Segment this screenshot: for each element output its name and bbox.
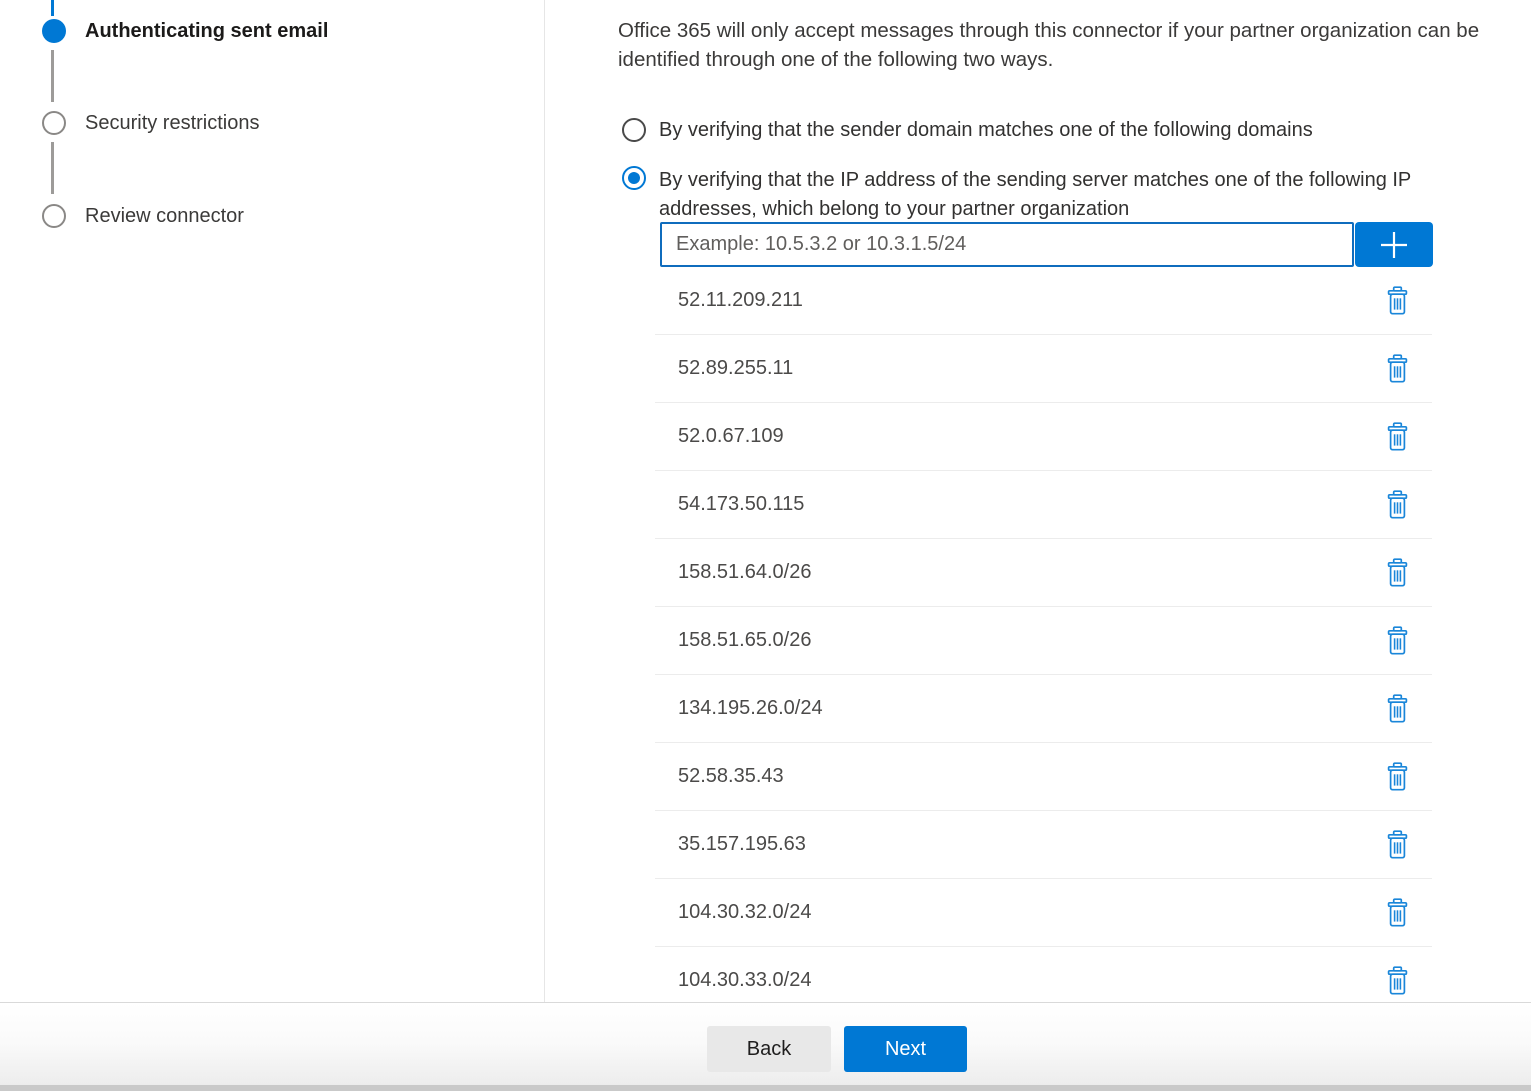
ip-address: 52.11.209.211: [678, 289, 803, 312]
sidebar-step-review-connector: Review connector: [85, 205, 244, 228]
ip-row: 104.30.33.0/24: [655, 947, 1432, 1002]
delete-ip-button[interactable]: [1383, 557, 1411, 589]
wizard-steps-sidebar: Authenticating sent email Security restr…: [0, 0, 545, 1002]
trash-icon: [1385, 626, 1410, 656]
radio-option-ip-address[interactable]: By verifying that the IP address of the …: [622, 166, 1489, 224]
delete-ip-button[interactable]: [1383, 693, 1411, 725]
trash-icon: [1385, 422, 1410, 452]
ip-address: 52.0.67.109: [678, 425, 784, 448]
trash-icon: [1385, 694, 1410, 724]
step-indicator-authenticating-sent-email: [42, 19, 66, 43]
ip-address-list: 52.11.209.211 52.89.255.11 52.0.67.109 5…: [655, 267, 1432, 1002]
ip-address: 52.58.35.43: [678, 765, 784, 788]
wizard-footer: Back Next: [0, 1002, 1531, 1091]
step-connector-previous: [51, 0, 54, 16]
ip-row: 158.51.64.0/26: [655, 539, 1432, 607]
intro-text: Office 365 will only accept messages thr…: [618, 16, 1531, 74]
ip-address: 104.30.33.0/24: [678, 969, 811, 992]
ip-row: 134.195.26.0/24: [655, 675, 1432, 743]
step-connector: [51, 142, 54, 194]
ip-address: 35.157.195.63: [678, 833, 806, 856]
delete-ip-button[interactable]: [1383, 285, 1411, 317]
step-indicator-review-connector: [42, 204, 66, 228]
ip-row: 158.51.65.0/26: [655, 607, 1432, 675]
step-content: Office 365 will only accept messages thr…: [545, 0, 1531, 1002]
delete-ip-button[interactable]: [1383, 965, 1411, 997]
trash-icon: [1385, 490, 1410, 520]
delete-ip-button[interactable]: [1383, 489, 1411, 521]
radio-option-label: By verifying that the IP address of the …: [659, 166, 1489, 224]
next-button[interactable]: Next: [844, 1026, 967, 1072]
ip-address: 158.51.64.0/26: [678, 561, 811, 584]
radio-option-label: By verifying that the sender domain matc…: [659, 118, 1313, 143]
ip-input-row: [660, 222, 1433, 267]
delete-ip-button[interactable]: [1383, 625, 1411, 657]
trash-icon: [1385, 966, 1410, 996]
ip-address: 134.195.26.0/24: [678, 697, 823, 720]
delete-ip-button[interactable]: [1383, 897, 1411, 929]
back-button[interactable]: Back: [707, 1026, 831, 1072]
trash-icon: [1385, 762, 1410, 792]
radio-unselected-icon[interactable]: [622, 118, 646, 142]
ip-row: 52.0.67.109: [655, 403, 1432, 471]
ip-row: 52.89.255.11: [655, 335, 1432, 403]
ip-row: 104.30.32.0/24: [655, 879, 1432, 947]
trash-icon: [1385, 830, 1410, 860]
ip-row: 35.157.195.63: [655, 811, 1432, 879]
ip-address: 158.51.65.0/26: [678, 629, 811, 652]
ip-row: 54.173.50.115: [655, 471, 1432, 539]
ip-address: 104.30.32.0/24: [678, 901, 811, 924]
ip-address: 54.173.50.115: [678, 493, 804, 516]
trash-icon: [1385, 354, 1410, 384]
radio-selected-icon[interactable]: [622, 166, 646, 190]
wizard-main-area: Authenticating sent email Security restr…: [0, 0, 1531, 1002]
sidebar-step-security-restrictions: Security restrictions: [85, 112, 260, 135]
delete-ip-button[interactable]: [1383, 761, 1411, 793]
trash-icon: [1385, 286, 1410, 316]
delete-ip-button[interactable]: [1383, 421, 1411, 453]
plus-icon: [1378, 229, 1410, 261]
add-ip-button[interactable]: [1355, 222, 1433, 267]
ip-row: 52.58.35.43: [655, 743, 1432, 811]
step-connector: [51, 50, 54, 102]
ip-address-input[interactable]: [660, 222, 1354, 267]
ip-row: 52.11.209.211: [655, 267, 1432, 335]
ip-address: 52.89.255.11: [678, 357, 793, 380]
trash-icon: [1385, 558, 1410, 588]
delete-ip-button[interactable]: [1383, 829, 1411, 861]
delete-ip-button[interactable]: [1383, 353, 1411, 385]
trash-icon: [1385, 898, 1410, 928]
step-indicator-security-restrictions: [42, 111, 66, 135]
radio-option-sender-domain[interactable]: By verifying that the sender domain matc…: [622, 118, 1313, 143]
sidebar-step-authenticating-sent-email: Authenticating sent email: [85, 20, 328, 43]
